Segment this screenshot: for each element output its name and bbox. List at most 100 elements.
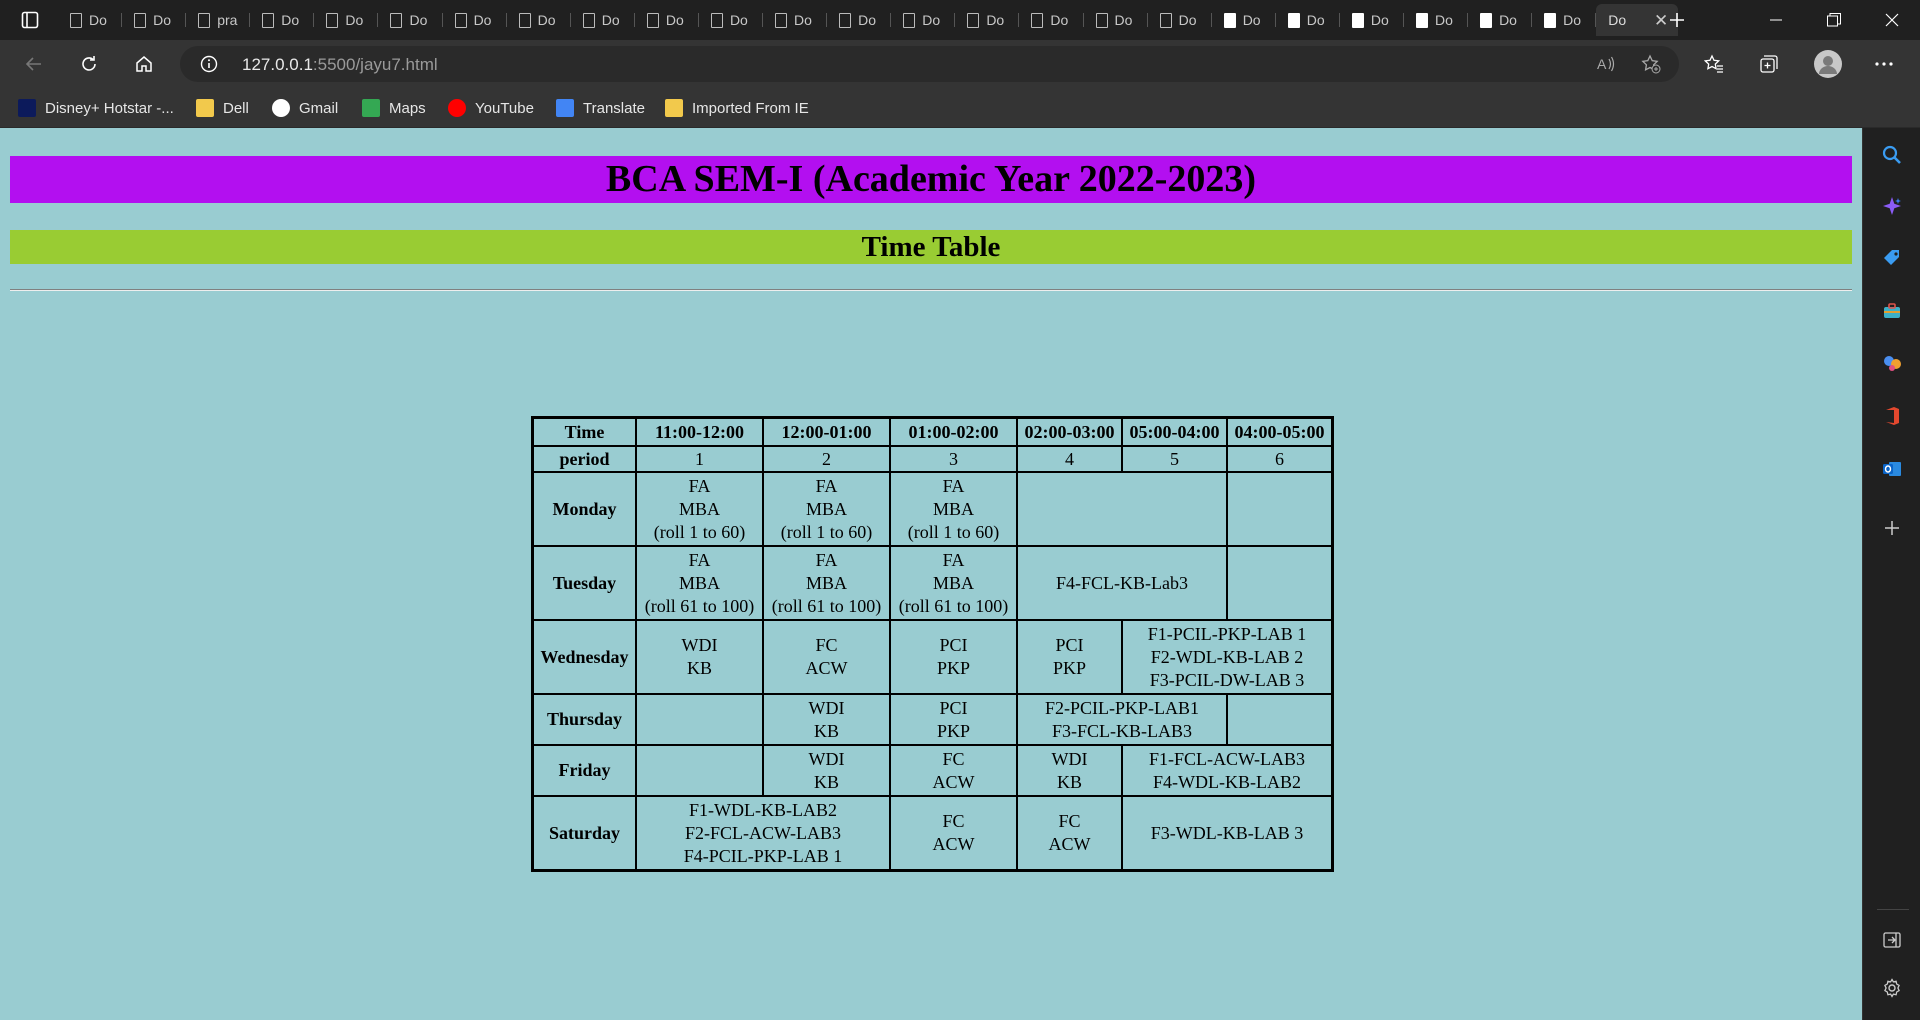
document-icon [1415, 12, 1428, 28]
cell-line: PCI [1055, 635, 1084, 655]
bookmark-item[interactable]: Translate [556, 94, 645, 122]
browser-tab[interactable]: Do [699, 4, 764, 36]
svg-text:A: A [1597, 56, 1607, 72]
cell-line: FA [815, 549, 838, 570]
outlook-icon[interactable] [1880, 457, 1904, 481]
settings-gear-icon[interactable] [1880, 976, 1904, 1000]
browser-tab[interactable]: Do [378, 4, 443, 36]
add-favorite-icon[interactable] [1639, 52, 1663, 76]
browser-tab[interactable]: Do [58, 4, 123, 36]
tab-title: Do [1114, 12, 1133, 28]
cell-line: F3-WDL-KB-LAB 3 [1150, 822, 1304, 843]
browser-tab[interactable]: Do [122, 4, 187, 36]
browser-tab[interactable]: Do [827, 4, 892, 36]
period-number: 4 [1017, 446, 1122, 472]
browser-tab[interactable]: Do [1212, 4, 1276, 36]
browser-tab[interactable]: Do [1084, 4, 1148, 36]
office-icon[interactable] [1880, 404, 1904, 428]
new-tab-button[interactable] [1662, 4, 1692, 36]
document-icon [1287, 12, 1300, 28]
hotstar-icon [18, 99, 36, 117]
hide-sidebar-icon[interactable] [1880, 928, 1904, 952]
restore-button[interactable] [1806, 0, 1862, 40]
document-icon [903, 12, 916, 28]
document-icon [70, 12, 82, 28]
document-icon [1223, 12, 1236, 28]
browser-tab[interactable]: Do [891, 4, 956, 36]
address-bar[interactable]: 127.0.0.1:5500/jayu7.html A [180, 46, 1679, 82]
back-button[interactable] [16, 48, 52, 80]
bookmark-item[interactable]: YouTube [448, 94, 534, 122]
browser-tab[interactable]: Do [250, 4, 315, 36]
day-label: Friday [533, 745, 636, 796]
minimize-button[interactable] [1748, 0, 1804, 40]
favorites-icon[interactable] [1696, 48, 1732, 80]
browser-tab[interactable]: Do [1532, 4, 1597, 36]
cell-line: PCI [939, 635, 968, 655]
cell-line: WDI [681, 635, 718, 655]
cell-line: (roll 61 to 100) [771, 595, 882, 616]
cell-line: ACW [932, 771, 975, 792]
browser-tab[interactable]: Do [443, 4, 507, 36]
browser-tab[interactable]: Do [1340, 4, 1404, 36]
browser-tab[interactable]: Do [1148, 4, 1212, 36]
document-icon [134, 12, 147, 28]
collections-icon[interactable] [1751, 48, 1787, 80]
document-icon [710, 12, 723, 28]
cell-line: F4-PCIL-PKP-LAB 1 [683, 845, 843, 866]
tab-title: Do [729, 12, 748, 28]
period-number: 2 [763, 446, 890, 472]
games-icon[interactable] [1880, 351, 1904, 375]
site-info-icon[interactable] [200, 55, 218, 78]
browser-tab[interactable]: Do [955, 4, 1020, 36]
document-icon [518, 12, 531, 28]
cell-line: MBA [678, 498, 720, 519]
refresh-button[interactable] [71, 48, 107, 80]
cell-line: PCI [939, 697, 968, 718]
timetable-cell: F2-PCIL-PKP-LAB1 F3-FCL-KB-LAB3 [1017, 694, 1227, 745]
cell-line: MBA [805, 498, 847, 519]
browser-tab[interactable]: Do [1019, 4, 1084, 36]
shopping-tag-icon[interactable] [1880, 246, 1904, 270]
browser-tab[interactable]: Do [314, 4, 379, 36]
bookmark-label: Dell [223, 99, 249, 117]
profile-avatar-icon[interactable] [1810, 48, 1846, 80]
cell-line: WDI [808, 748, 845, 769]
document-icon [646, 12, 659, 28]
browser-tab[interactable]: Do [507, 4, 571, 36]
cell-line: MBA [932, 572, 974, 593]
bookmark-item[interactable]: Dell [196, 94, 249, 122]
browser-tab[interactable]: Do [1404, 4, 1469, 36]
browser-tab[interactable]: pra [186, 4, 251, 36]
tab-actions-icon[interactable] [10, 6, 50, 34]
wednesday-row: Wednesday WDI KB FC ACW PCI PKP PCI PKP F1-P… [533, 620, 1332, 694]
bookmark-item[interactable]: Maps [362, 94, 426, 122]
tools-icon[interactable] [1880, 299, 1904, 323]
tab-title: Do [153, 12, 171, 28]
friday-row: Friday WDI KB FC ACW WDI KB F1-FCL-ACW-LAB3… [533, 745, 1332, 796]
read-aloud-icon[interactable]: A [1594, 52, 1618, 76]
browser-tab[interactable]: Do [571, 4, 635, 36]
home-button[interactable] [126, 48, 162, 80]
tab-strip: Do Do pra Do Do Do Do Do Do Do Do Do Do Do Do Do Do Do Do D… [58, 4, 1679, 36]
browser-tab[interactable]: Do [1276, 4, 1340, 36]
browser-tab[interactable]: Do [635, 4, 699, 36]
cell-line: ACW [1048, 834, 1091, 854]
bookmark-item[interactable]: Gmail [272, 94, 338, 122]
search-icon[interactable] [1880, 143, 1904, 167]
timetable: Time 11:00-12:00 12:00-01:00 01:00-02:00… [531, 416, 1334, 872]
cell-line: MBA [805, 572, 847, 593]
bookmark-item[interactable]: Imported From IE [665, 94, 809, 122]
tab-title: Do [1608, 12, 1627, 28]
slot-header: 05:00-04:00 [1122, 418, 1227, 446]
cell-line: FA [688, 475, 711, 496]
add-sidebar-app-icon[interactable] [1880, 516, 1904, 540]
close-window-button[interactable] [1864, 0, 1920, 40]
browser-tab[interactable]: Do [1468, 4, 1533, 36]
bookmark-item[interactable]: Disney+ Hotstar -... [18, 94, 174, 122]
copilot-icon[interactable] [1880, 194, 1904, 218]
document-icon [454, 12, 467, 28]
cell-line: PKP [1052, 658, 1087, 678]
browser-tab[interactable]: Do [763, 4, 828, 36]
more-menu-icon[interactable] [1866, 48, 1902, 80]
